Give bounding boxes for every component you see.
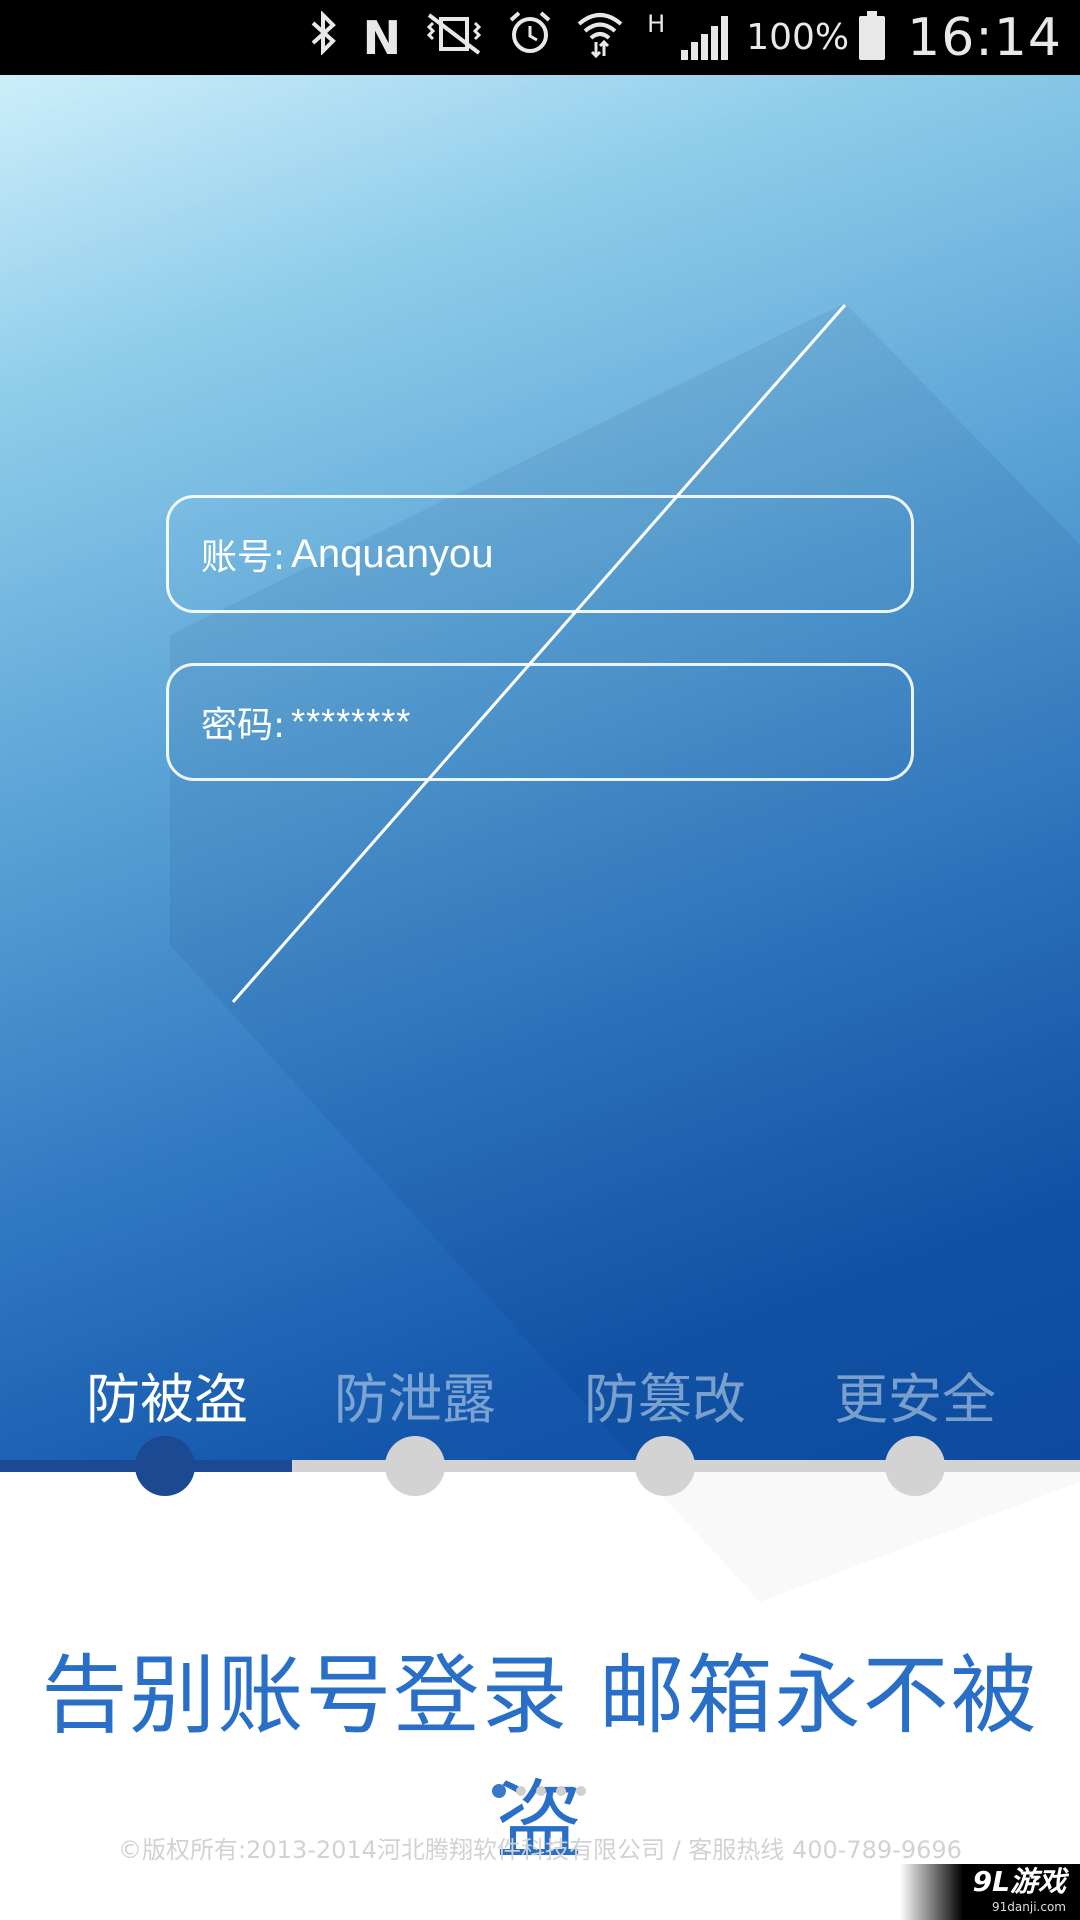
battery-icon (859, 10, 886, 60)
alarm-icon (507, 10, 553, 66)
step-dot-1[interactable] (135, 1436, 195, 1496)
hero-banner: 账号: Anquanyou 密码: ******** (0, 75, 1080, 1465)
page-dot-3[interactable] (536, 1786, 546, 1796)
bluetooth-icon (307, 9, 341, 65)
bottom-long-shadow (0, 1472, 1080, 1632)
strike-through-line (231, 304, 847, 1003)
step-dot-3[interactable] (635, 1436, 695, 1496)
wifi-icon (575, 8, 625, 68)
tab-anti-tamper[interactable]: 防篡改 (540, 1355, 790, 1434)
page-dot-2[interactable] (516, 1786, 526, 1796)
site-watermark: 9L游戏 91danji.com (900, 1864, 1080, 1920)
vibrate-mute-icon (423, 11, 485, 65)
network-h-icon: H (647, 10, 666, 38)
step-dot-4[interactable] (885, 1436, 945, 1496)
tab-more-secure[interactable]: 更安全 (790, 1355, 1040, 1434)
watermark-logo: 9L游戏 (972, 1865, 1066, 1898)
copyright-text: ©版权所有:2013-2014河北腾翔软件科技有限公司 / 客服热线 400-7… (118, 1836, 962, 1864)
page-dot-1[interactable] (492, 1784, 506, 1798)
nfc-icon: N (362, 10, 402, 65)
watermark-url: 91danji.com (992, 1900, 1066, 1914)
clock: 16:14 (907, 7, 1062, 68)
step-dot-2[interactable] (385, 1436, 445, 1496)
page-dot-5[interactable] (576, 1786, 586, 1796)
status-bar: N H 100% 16:14 (0, 0, 1080, 75)
battery-percent: 100% (746, 17, 850, 58)
signal-icon (681, 15, 729, 60)
page-dot-4[interactable] (556, 1786, 566, 1796)
tab-anti-leak[interactable]: 防泄露 (290, 1355, 540, 1434)
tab-anti-theft[interactable]: 防被盗 (42, 1355, 292, 1434)
page-indicator (492, 1784, 586, 1798)
